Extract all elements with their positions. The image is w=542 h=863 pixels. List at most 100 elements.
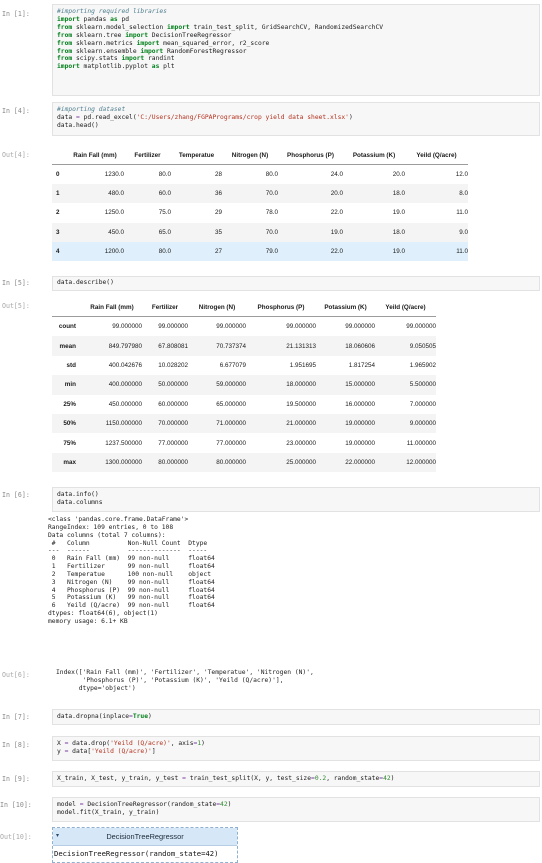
column-header: Phosphorus (P) xyxy=(278,146,343,165)
table-cell: 65.000000 xyxy=(216,400,246,408)
code-text[interactable]: data.info() data.columns xyxy=(53,488,539,510)
code-editor[interactable]: data.dropna(inplace=True) xyxy=(52,709,540,725)
code-text[interactable]: #importing required libraries import pan… xyxy=(53,5,539,74)
code-editor[interactable]: X_train, X_test, y_train, y_test = train… xyxy=(52,771,540,787)
column-header: Yeild (Q/acre) xyxy=(405,146,468,165)
table-cell: 99.000000 xyxy=(286,323,316,331)
code-editor[interactable]: data.describe() xyxy=(52,276,540,291)
table-cell: 20.0 xyxy=(278,184,343,204)
code-number: 42 xyxy=(220,801,228,808)
code-editor[interactable]: #importing required libraries import pan… xyxy=(52,4,540,96)
code-editor[interactable]: X = data.drop('Yeild (Q/acre)', axis=1) … xyxy=(52,736,540,761)
code-token: , random_state xyxy=(326,775,380,782)
code-string: 'C:/Users/zhang/FGPAPrograms/crop yield … xyxy=(136,113,349,121)
output-prompt: Out[10]: xyxy=(0,833,32,841)
code-keyword: import xyxy=(121,55,145,63)
table-cell: 400.000000 xyxy=(82,375,142,395)
column-header: Yeild (Q/acre) xyxy=(375,298,436,317)
table-cell: 1150.000000 xyxy=(82,413,142,434)
code-editor[interactable]: model = DecisionTreeRegressor(random_sta… xyxy=(52,797,540,822)
code-text[interactable]: #importing dataset data = pd.read_excel(… xyxy=(53,103,539,133)
row-index: 0 xyxy=(56,171,60,179)
table-cell: 19.000000 xyxy=(316,413,375,434)
table-cell: 10.028202 xyxy=(158,361,188,369)
table-cell: 28 xyxy=(214,171,222,179)
code-token: ) xyxy=(348,113,353,121)
row-index: 3 xyxy=(52,222,66,242)
column-header: Nitrogen (N) xyxy=(222,146,278,165)
table-cell: 99.000000 xyxy=(345,323,375,331)
table-cell: 20.0 xyxy=(392,171,405,179)
table-cell: 9.0 xyxy=(405,222,468,242)
table-cell: 1.965902 xyxy=(409,361,436,369)
table-cell: 60.0 xyxy=(124,184,171,204)
expand-arrow-icon[interactable]: ▾ xyxy=(56,828,59,845)
table-cell: 27 xyxy=(171,241,222,261)
table-row: 4 1200.0 80.0 27 79.0 22.0 19.0 11.0 xyxy=(52,241,468,261)
table-cell: 79.0 xyxy=(222,241,278,261)
input-prompt: In [8]: xyxy=(2,741,30,749)
code-editor[interactable]: #importing dataset data = pd.read_excel(… xyxy=(52,102,540,136)
code-token: DecisionTreeRegressor(random_state xyxy=(83,801,217,808)
info-output: <class 'pandas.core.frame.DataFrame'> Ra… xyxy=(48,516,215,625)
input-prompt: In [1]: xyxy=(2,10,30,18)
table-cell: 11.0 xyxy=(405,241,468,261)
code-text[interactable]: X = data.drop('Yeild (Q/acre)', axis=1) … xyxy=(53,737,539,759)
code-token: RandomForestRegressor xyxy=(163,47,247,55)
code-token: pd.read_excel( xyxy=(79,113,137,121)
table-cell: 1230.0 xyxy=(104,171,124,179)
table-row: count 99.000000 99.000000 99.000000 99.00000… xyxy=(52,317,436,337)
code-editor[interactable]: data.info() data.columns xyxy=(52,487,540,512)
table-cell: 18.0 xyxy=(343,184,405,204)
code-token: data.info() xyxy=(57,491,99,498)
table-cell: 50.000000 xyxy=(142,375,188,395)
code-token: X_train, X_test, y_train, y_test xyxy=(57,775,183,782)
input-prompt: In [9]: xyxy=(2,775,30,783)
code-token: ) xyxy=(201,740,205,747)
code-token: sklearn.model_selection xyxy=(72,23,167,31)
table-cell: 35 xyxy=(171,222,222,242)
column-header: Rain Fall (mm) xyxy=(82,298,142,317)
code-keyword: True xyxy=(132,713,148,720)
table-cell: 80.0 xyxy=(124,241,171,261)
code-token: y xyxy=(57,747,65,755)
table-cell: 480.0 xyxy=(66,184,124,204)
table-cell: 15.000000 xyxy=(316,375,375,395)
table-cell: 80.000000 xyxy=(188,452,246,473)
code-text[interactable]: data.describe() xyxy=(53,277,539,290)
code-keyword: as xyxy=(110,15,118,23)
estimator-toggle-header[interactable]: ▾ DecisionTreeRegressor xyxy=(53,828,237,846)
table-cell: 70.000000 xyxy=(142,413,188,434)
table-cell: 36 xyxy=(171,184,222,204)
code-keyword: from xyxy=(57,47,73,55)
table-cell: 9.000000 xyxy=(375,413,436,434)
table-row: max 1300.000000 80.000000 80.000000 25.00000… xyxy=(52,452,436,473)
table-cell: 24.0 xyxy=(330,171,343,179)
code-token: matplotlib.pyplot xyxy=(79,63,152,71)
code-token: model xyxy=(57,801,80,808)
table-cell: 70.737374 xyxy=(188,336,246,356)
describe-dataframe-table: Rain Fall (mm) Fertilizer Nitrogen (N) Phos… xyxy=(52,298,436,473)
input-prompt: In [5]: xyxy=(2,279,30,287)
code-text[interactable]: data.dropna(inplace=True) xyxy=(53,710,539,724)
table-cell: 99.000000 xyxy=(112,323,142,331)
column-header: Rain Fall (mm) xyxy=(66,146,124,165)
table-cell: 80.000000 xyxy=(142,452,188,473)
code-text[interactable]: X_train, X_test, y_train, y_test = train… xyxy=(53,772,539,786)
table-cell: 11.000000 xyxy=(406,439,436,447)
row-index: mean xyxy=(52,336,82,356)
table-row: 3 450.0 65.0 35 70.0 19.0 18.0 9.0 xyxy=(52,222,468,242)
code-keyword: from xyxy=(57,23,73,31)
table-cell: 7.000000 xyxy=(409,400,436,408)
code-token: sklearn.tree xyxy=(72,31,126,39)
code-token: mean_squared_error, r2_score xyxy=(159,39,270,47)
table-row: 25% 450.000000 60.000000 65.000000 19.500000… xyxy=(52,395,436,414)
code-token: ) xyxy=(390,775,395,782)
code-text[interactable]: model = DecisionTreeRegressor(random_sta… xyxy=(53,798,539,820)
code-keyword: from xyxy=(57,55,73,63)
column-header: Nitrogen (N) xyxy=(188,298,246,317)
table-cell: 1200.0 xyxy=(66,241,124,261)
table-cell: 1.817254 xyxy=(348,361,375,369)
table-cell: 22.0 xyxy=(330,209,343,217)
row-index: 50% xyxy=(52,413,82,434)
